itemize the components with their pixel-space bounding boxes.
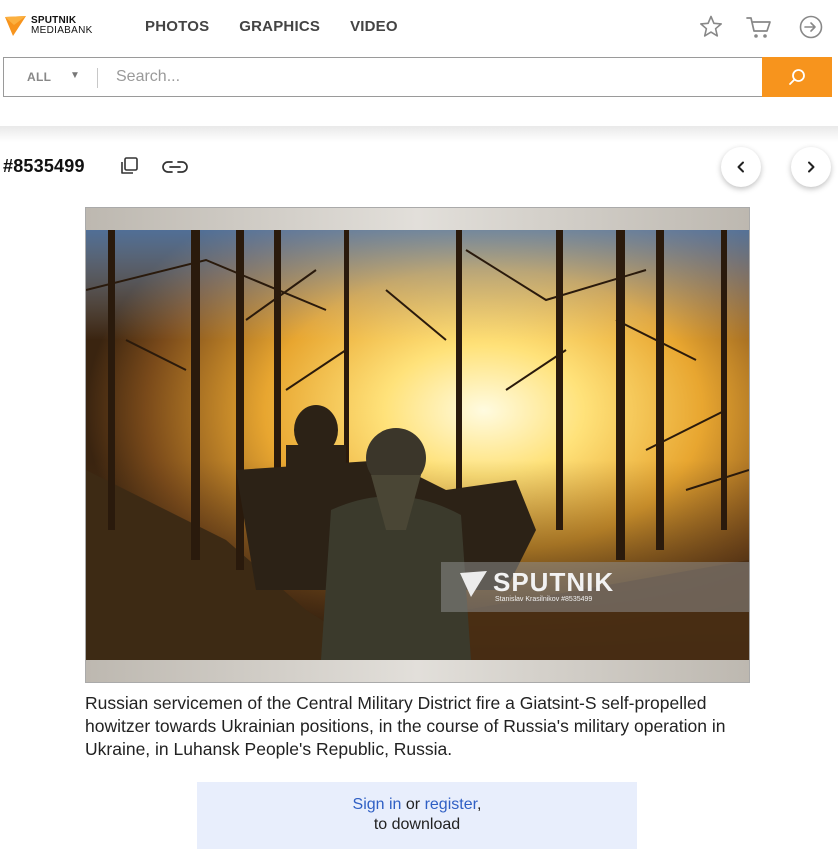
previous-button[interactable] xyxy=(721,147,761,187)
copy-icon xyxy=(121,157,138,174)
chevron-left-icon xyxy=(737,161,744,173)
search-button[interactable] xyxy=(762,57,832,97)
search-filter-dropdown[interactable]: ALL ▼ xyxy=(4,58,97,96)
sputnik-logo[interactable]: SPUTNIK MEDIABANK xyxy=(4,14,93,38)
cart-button[interactable] xyxy=(745,13,773,41)
photo[interactable]: SPUTNIK Stanislav Krasilnikov #8535499 xyxy=(86,230,749,660)
download-prompt-text: to download xyxy=(373,816,461,833)
cart-icon xyxy=(746,17,771,38)
photo-caption: Russian servicemen of the Central Milita… xyxy=(85,693,726,759)
nav-photos[interactable]: PHOTOS xyxy=(145,18,209,35)
favorites-button[interactable] xyxy=(697,13,725,41)
watermark-credit: Stanislav Krasilnikov #8535499 xyxy=(495,596,593,603)
next-button[interactable] xyxy=(791,147,831,187)
sputnik-watermark-icon xyxy=(460,571,487,597)
sign-in-button[interactable] xyxy=(797,13,825,41)
copy-id-button[interactable] xyxy=(118,155,140,182)
sign-in-icon xyxy=(799,15,823,39)
search-input[interactable] xyxy=(116,63,746,91)
sign-in-link[interactable]: Sign in xyxy=(353,796,402,813)
search-divider xyxy=(97,68,98,88)
media-id: #8535499 xyxy=(3,156,85,176)
copy-link-button[interactable] xyxy=(161,157,189,182)
chevron-right-icon xyxy=(808,161,815,173)
photo-frame: SPUTNIK Stanislav Krasilnikov #8535499 xyxy=(85,207,750,683)
chevron-down-icon: ▼ xyxy=(70,70,80,81)
search-icon xyxy=(789,69,805,85)
nav-video[interactable]: VIDEO xyxy=(350,18,398,35)
search-filter-label: ALL xyxy=(27,70,52,84)
or-text: or xyxy=(401,796,425,813)
search-bar: ALL ▼ xyxy=(3,57,832,97)
nav-graphics[interactable]: GRAPHICS xyxy=(239,18,320,35)
comma-text: , xyxy=(477,796,482,813)
media-id-row: #8535499 xyxy=(3,156,85,177)
main-nav: PHOTOS GRAPHICS VIDEO xyxy=(145,18,428,35)
sputnik-logo-icon xyxy=(5,16,26,36)
link-icon xyxy=(162,161,188,173)
download-prompt: Sign in or register, to download xyxy=(197,782,637,849)
logo-subtitle: MEDIABANK xyxy=(31,25,93,36)
register-link[interactable]: register xyxy=(425,796,477,813)
watermark-brand: SPUTNIK xyxy=(493,567,615,597)
watermark: SPUTNIK Stanislav Krasilnikov #8535499 xyxy=(441,562,749,612)
star-icon xyxy=(700,15,722,37)
header-shadow xyxy=(0,126,838,142)
header: SPUTNIK MEDIABANK PHOTOS GRAPHICS VIDEO xyxy=(0,0,838,54)
